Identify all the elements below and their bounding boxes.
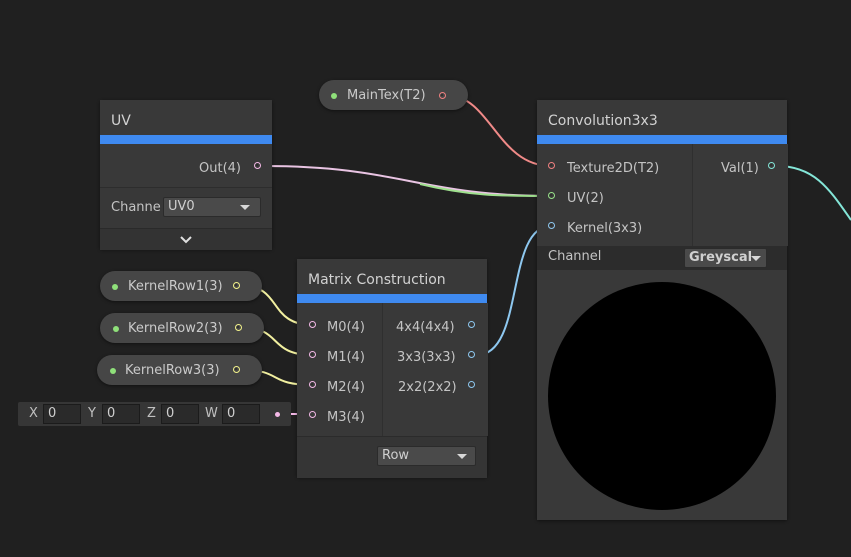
m3-vector-input: X 0 Y 0 Z 0 W 0 [18, 402, 291, 426]
out-4x4-port[interactable] [468, 321, 475, 328]
m0-input-port[interactable] [309, 321, 316, 328]
wire-val-out [776, 165, 851, 221]
uv-output-area [100, 144, 272, 187]
property-exposed-icon [110, 368, 116, 374]
wire-uv-out [263, 165, 552, 197]
kernel-input-port[interactable] [548, 222, 555, 229]
m1-input-port[interactable] [309, 351, 316, 358]
conv-channel-dropdown[interactable]: Greyscal [684, 248, 767, 268]
matrix-node-title: Matrix Construction [297, 259, 487, 294]
uv-node-title-bar [100, 135, 272, 144]
out-4x4-label: 4x4(4x4) [396, 320, 455, 335]
m3-input-port[interactable] [309, 411, 316, 418]
m3-input-label: M3(4) [327, 410, 365, 425]
texture2d-input-label: Texture2D(T2) [567, 161, 660, 176]
chevron-down-icon [457, 454, 467, 459]
convolution-node[interactable]: Convolution3x3 Texture2D(T2) UV(2) Kerne… [537, 100, 788, 520]
uv-input-port[interactable] [548, 192, 555, 199]
matrix-node-title-bar [297, 294, 487, 303]
vector-y-label: Y [88, 406, 96, 421]
val-output-port[interactable] [768, 162, 775, 169]
kernel-row3-output-port[interactable] [233, 366, 240, 373]
vector-w-field[interactable]: 0 [222, 404, 260, 424]
chevron-down-icon [180, 236, 192, 244]
m2-input-label: M2(4) [327, 380, 365, 395]
kernel-row2-property-node[interactable]: KernelRow2(3) [100, 313, 264, 343]
out-3x3-port[interactable] [468, 351, 475, 358]
vector-output-dot [275, 412, 280, 417]
vector-z-field[interactable]: 0 [161, 404, 199, 424]
chevron-down-icon [751, 256, 761, 261]
conv-output-column [692, 144, 788, 246]
uv-channel-label: Channe [111, 200, 161, 215]
convolution-node-title-bar [537, 135, 787, 144]
chevron-down-icon [240, 205, 250, 210]
vector-x-label: X [29, 406, 38, 421]
kernel-row2-output-port[interactable] [235, 324, 242, 331]
kernel-row1-label: KernelRow1(3) [128, 279, 223, 294]
property-exposed-icon [331, 93, 337, 99]
kernel-row1-output-port[interactable] [233, 282, 240, 289]
matrix-mode-value: Row [382, 448, 410, 463]
wire-maintex-texture [448, 95, 552, 167]
kernel-row1-property-node[interactable]: KernelRow1(3) [100, 271, 262, 301]
kernel-row3-label: KernelRow3(3) [125, 363, 220, 378]
matrix-mode-dropdown[interactable]: Row [377, 446, 476, 466]
m0-input-label: M0(4) [327, 320, 365, 335]
m1-input-label: M1(4) [327, 350, 365, 365]
matrix-construction-node[interactable]: Matrix Construction M0(4) M1(4) M2(4) M3… [297, 259, 488, 478]
wire-uv-out-green [419, 183, 552, 197]
out-3x3-label: 3x3(3x3) [397, 350, 456, 365]
preview-area [537, 270, 787, 520]
uv-output-port[interactable] [254, 162, 261, 169]
maintex-label: MainTex(T2) [347, 88, 426, 103]
kernel-row3-property-node[interactable]: KernelRow3(3) [97, 355, 262, 385]
uv-node-title: UV [100, 100, 272, 135]
out-2x2-label: 2x2(2x2) [398, 380, 457, 395]
uv-collapse-area[interactable] [100, 228, 272, 250]
preview-sphere [548, 282, 776, 510]
val-output-label: Val(1) [721, 161, 759, 176]
maintex-output-port[interactable] [439, 92, 446, 99]
kernel-input-label: Kernel(3x3) [567, 221, 643, 236]
out-2x2-port[interactable] [468, 381, 475, 388]
uv-input-label: UV(2) [567, 191, 604, 206]
texture2d-input-port[interactable] [548, 162, 555, 169]
m2-input-port[interactable] [309, 381, 316, 388]
vector-x-field[interactable]: 0 [43, 404, 81, 424]
property-exposed-icon [112, 284, 118, 290]
vector-w-label: W [205, 406, 218, 421]
conv-channel-value: Greyscal [689, 250, 751, 265]
property-exposed-icon [113, 326, 119, 332]
vector-z-label: Z [147, 406, 156, 421]
convolution-node-title: Convolution3x3 [537, 100, 787, 135]
uv-output-label: Out(4) [199, 161, 241, 176]
uv-channel-dropdown[interactable]: UV0 [163, 197, 261, 217]
conv-channel-label: Channel [548, 249, 602, 264]
kernel-row2-label: KernelRow2(3) [128, 321, 223, 336]
uv-node[interactable]: UV Out(4) Channe UV0 [100, 100, 272, 250]
uv-channel-value: UV0 [168, 199, 195, 214]
maintex-property-node[interactable]: MainTex(T2) [319, 80, 468, 110]
vector-y-field[interactable]: 0 [102, 404, 140, 424]
